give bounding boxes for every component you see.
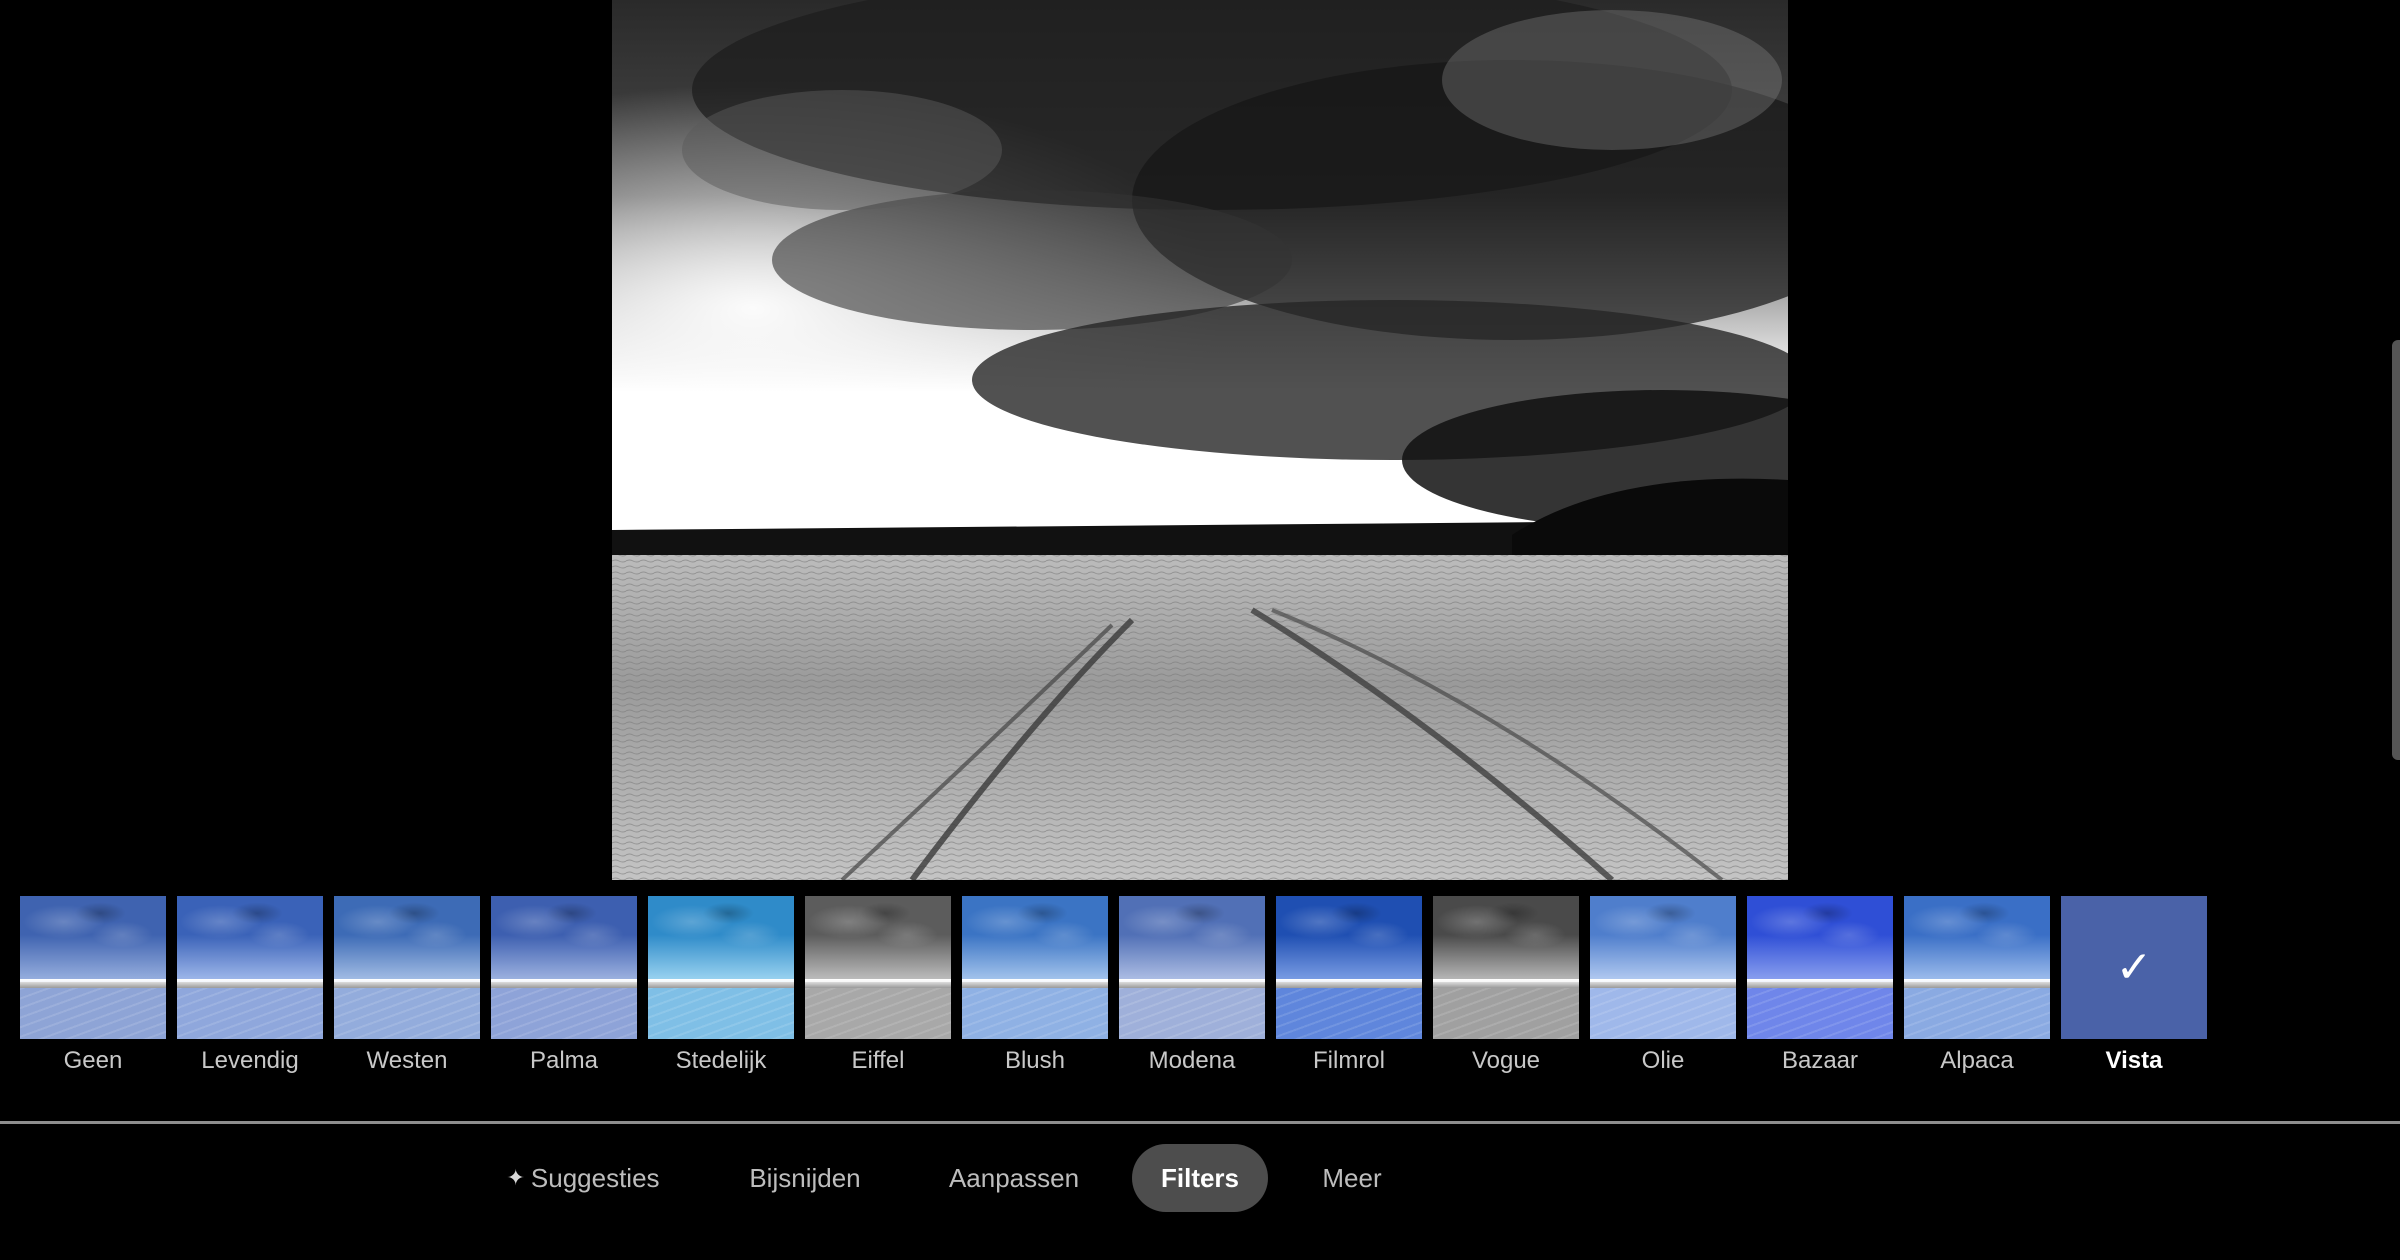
- filter-label: Filmrol: [1313, 1047, 1385, 1074]
- tab-more-label: Meer: [1322, 1162, 1382, 1193]
- filter-blush[interactable]: Blush: [962, 896, 1108, 1082]
- filter-thumbnail: [1119, 896, 1265, 1039]
- filter-thumbnail: [962, 896, 1108, 1039]
- filter-label: Blush: [1004, 1047, 1066, 1074]
- tab-crop-label: Bijsnijden: [749, 1162, 861, 1193]
- filter-thumbnail: [20, 896, 166, 1039]
- filter-label: Vista: [2105, 1047, 2163, 1074]
- tab-suggestions[interactable]: ✦ Suggesties: [488, 1144, 678, 1212]
- filter-thumbnail: [1276, 896, 1422, 1039]
- filter-thumbnail: [1904, 896, 2050, 1039]
- filter-stedelijk[interactable]: Stedelijk: [648, 896, 794, 1082]
- filter-geen[interactable]: Geen: [20, 896, 166, 1082]
- filter-palma[interactable]: Palma: [491, 896, 637, 1082]
- filter-bazaar[interactable]: Bazaar: [1747, 896, 1893, 1082]
- filter-label: Modena: [1148, 1047, 1236, 1074]
- filter-vista[interactable]: ✓ Vista: [2061, 896, 2207, 1082]
- filter-thumbnail: [334, 896, 480, 1039]
- filter-label: Olie: [1641, 1047, 1685, 1074]
- photo-image: [612, 0, 1788, 880]
- filter-filmrol[interactable]: Filmrol: [1276, 896, 1422, 1082]
- filter-thumbnail: [648, 896, 794, 1039]
- bottom-toolbar: ✦ Suggesties Bijsnijden Aanpassen Filter…: [0, 1140, 2400, 1216]
- filter-label: Stedelijk: [675, 1047, 767, 1074]
- tab-suggestions-label: Suggesties: [530, 1162, 660, 1193]
- filter-thumbnail: [491, 896, 637, 1039]
- filter-vogue[interactable]: Vogue: [1433, 896, 1579, 1082]
- tab-crop[interactable]: Bijsnijden: [730, 1144, 880, 1212]
- filter-olie[interactable]: Olie: [1590, 896, 1736, 1082]
- filter-thumbnail: [177, 896, 323, 1039]
- filter-label: Bazaar: [1781, 1047, 1859, 1074]
- filter-thumbnail-selected: ✓: [2061, 896, 2207, 1039]
- tab-filters[interactable]: Filters: [1132, 1144, 1268, 1212]
- tab-adjust-label: Aanpassen: [948, 1162, 1080, 1193]
- filter-thumbnail: [805, 896, 951, 1039]
- filter-thumbnail: [1590, 896, 1736, 1039]
- tab-more[interactable]: Meer: [1300, 1144, 1404, 1212]
- filter-label: Westen: [366, 1047, 448, 1074]
- photo-editor: Geen Levendig Westen Palma Stedelijk Eiffel Bl…: [0, 0, 2400, 1260]
- filter-thumbnail: [1433, 896, 1579, 1039]
- filter-strip: Geen Levendig Westen Palma Stedelijk Eiffel Bl…: [20, 896, 2218, 1082]
- filter-westen[interactable]: Westen: [334, 896, 480, 1082]
- check-icon: ✓: [2115, 943, 2153, 992]
- tab-adjust[interactable]: Aanpassen: [934, 1144, 1094, 1212]
- sparkle-icon: ✦: [506, 1165, 525, 1190]
- filter-levendig[interactable]: Levendig: [177, 896, 323, 1082]
- side-panel-handle[interactable]: [2392, 340, 2400, 760]
- filter-thumbnail: [1747, 896, 1893, 1039]
- filter-label: Eiffel: [851, 1047, 905, 1074]
- filter-label: Alpaca: [1940, 1047, 2014, 1074]
- filter-label: Palma: [529, 1047, 599, 1074]
- toolbar-divider: [0, 1121, 2400, 1124]
- edited-photo: [612, 0, 1788, 880]
- filter-alpaca[interactable]: Alpaca: [1904, 896, 2050, 1082]
- filter-label: Vogue: [1471, 1047, 1541, 1074]
- filter-eiffel[interactable]: Eiffel: [805, 896, 951, 1082]
- tab-filters-label: Filters: [1160, 1162, 1240, 1193]
- filter-modena[interactable]: Modena: [1119, 896, 1265, 1082]
- filter-label: Levendig: [201, 1047, 299, 1074]
- filter-label: Geen: [63, 1047, 123, 1074]
